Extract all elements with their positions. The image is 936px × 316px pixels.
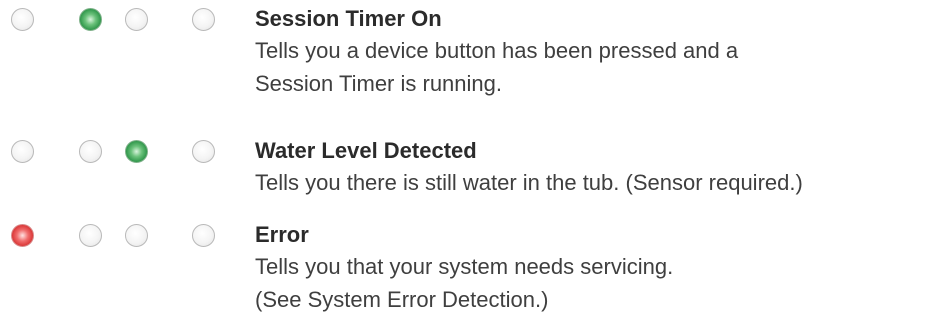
indicator-text: Error Tells you that your system needs s… <box>255 220 930 316</box>
indicator-led-2 <box>79 224 102 247</box>
indicator-description-line: Tells you that your system needs servici… <box>255 254 674 279</box>
indicator-led-1 <box>11 224 34 247</box>
indicator-led-4 <box>192 8 215 31</box>
indicator-text: Water Level Detected Tells you there is … <box>255 136 930 199</box>
indicator-description-line: (See System Error Detection.) <box>255 287 549 312</box>
indicator-description-line: Tells you a device button has been press… <box>255 38 739 63</box>
indicator-led-3 <box>125 224 148 247</box>
indicator-description-line: Session Timer is running. <box>255 71 502 96</box>
indicator-description-line: Tells you there is still water in the tu… <box>255 170 803 195</box>
indicator-led-4 <box>192 224 215 247</box>
indicator-led-1 <box>11 140 34 163</box>
indicator-led-1 <box>11 8 34 31</box>
indicator-title: Session Timer On <box>255 6 442 31</box>
indicator-text: Session Timer On Tells you a device butt… <box>255 4 930 100</box>
indicator-led-3 <box>125 8 148 31</box>
indicator-title: Error <box>255 222 309 247</box>
indicator-title: Water Level Detected <box>255 138 477 163</box>
indicator-led-3 <box>125 140 148 163</box>
indicator-led-2 <box>79 8 102 31</box>
indicator-led-2 <box>79 140 102 163</box>
indicator-led-4 <box>192 140 215 163</box>
